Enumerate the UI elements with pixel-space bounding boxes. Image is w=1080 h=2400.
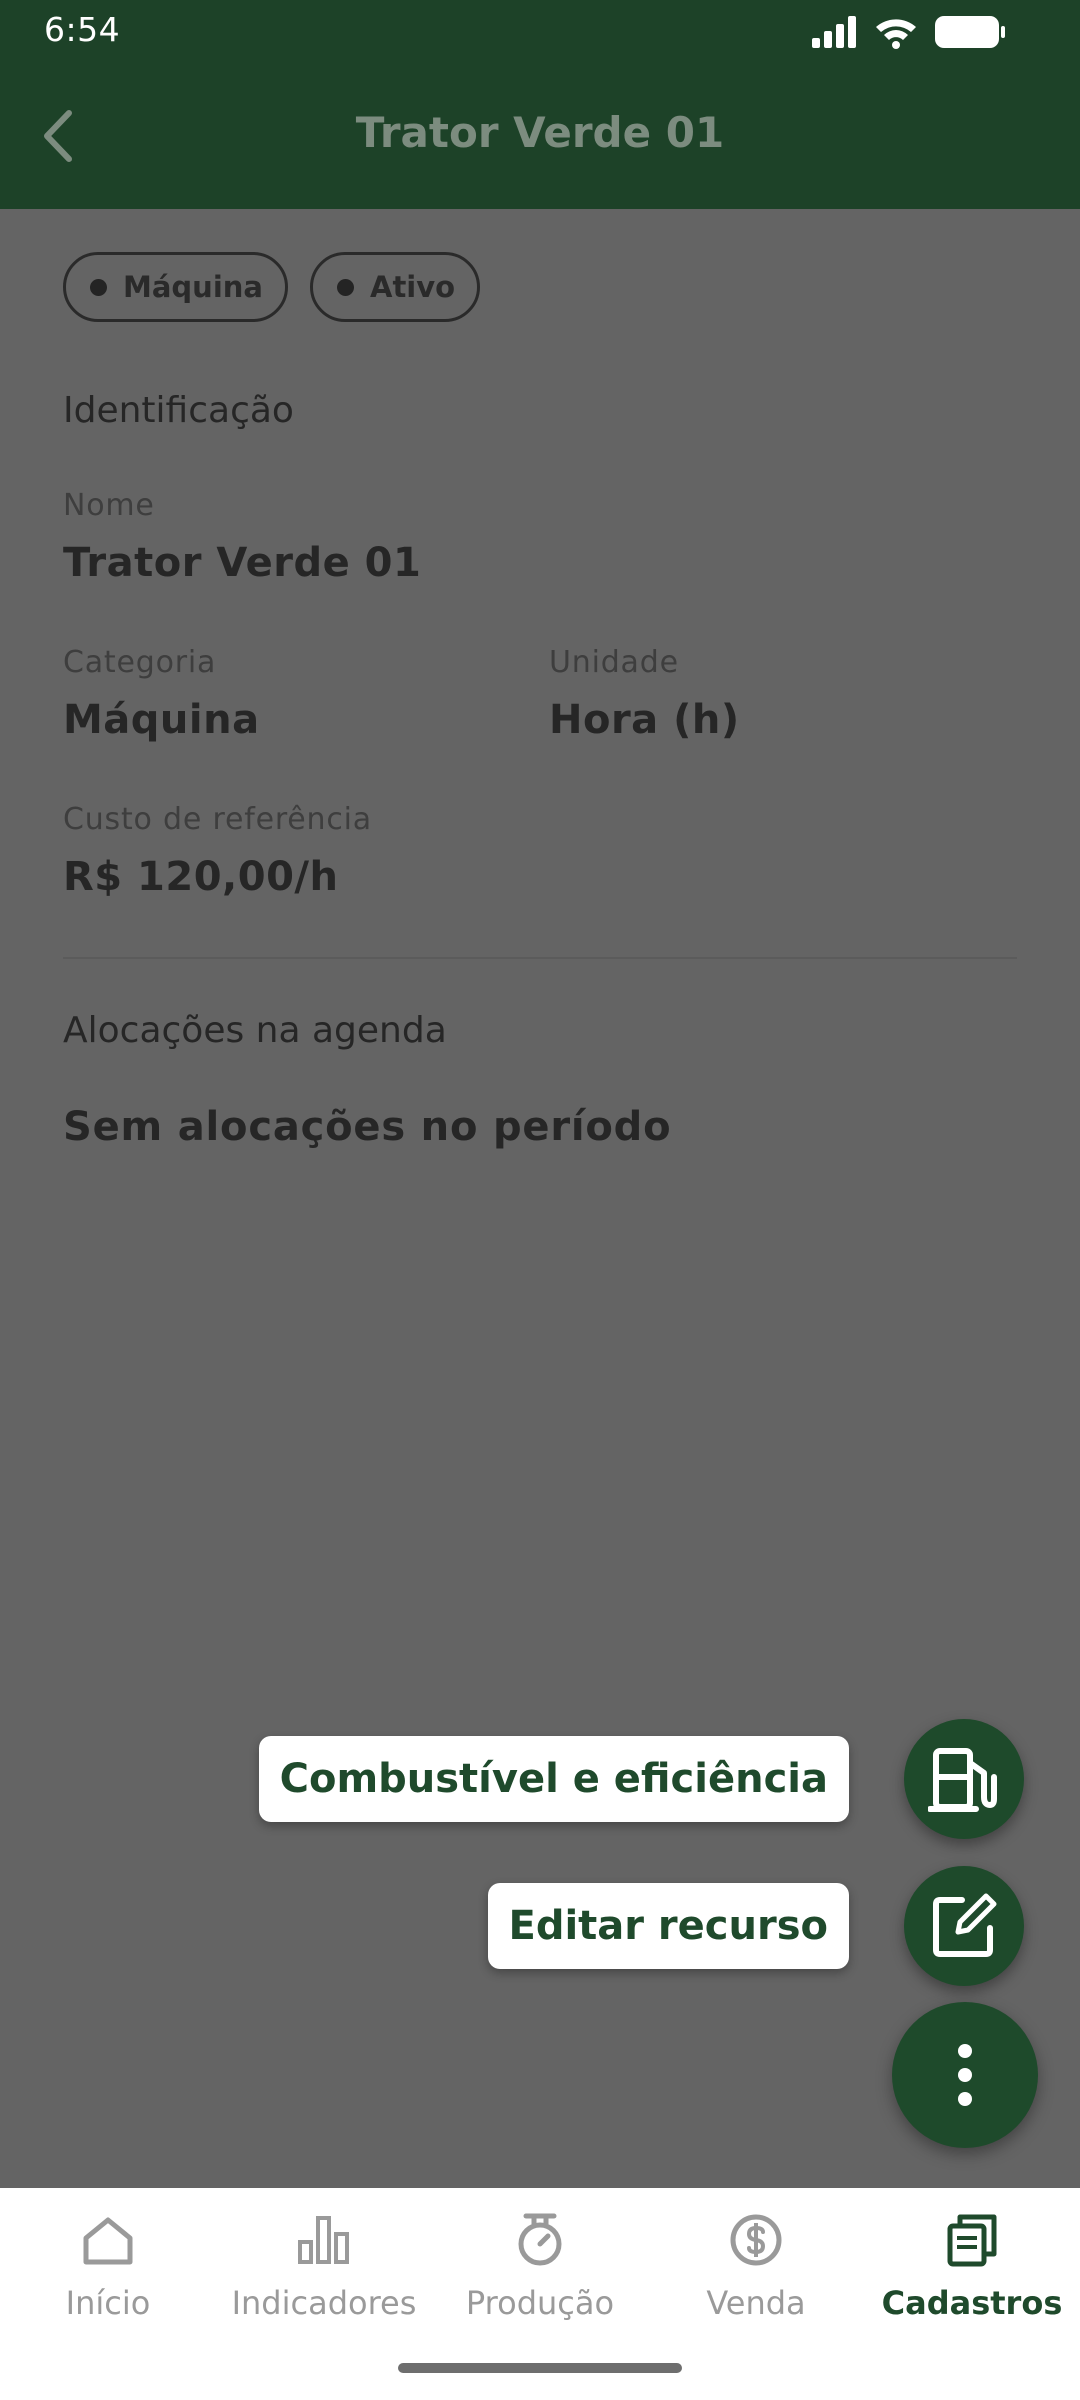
- fuel-pump-icon: [928, 1748, 997, 1812]
- cellular-signal-icon: [812, 16, 856, 48]
- page-title: Trator Verde 01: [355, 108, 725, 157]
- status-icons: [812, 14, 1006, 50]
- identification-section-title: Identificação: [63, 390, 294, 431]
- dollar-icon: [724, 2208, 788, 2272]
- name-label: Nome: [63, 488, 155, 523]
- battery-icon: [935, 16, 1005, 48]
- allocations-section-title: Alocações na agenda: [63, 1010, 447, 1051]
- cost-label: Custo de referência: [63, 802, 372, 837]
- nav-item-indicadores[interactable]: Indicadores: [216, 2208, 432, 2338]
- bar-chart-icon: [292, 2208, 356, 2272]
- nav-item-inicio[interactable]: Início: [0, 2208, 216, 2338]
- nav-label: Indicadores: [231, 2284, 417, 2322]
- chip-dot: [90, 278, 107, 296]
- scale-icon: [508, 2208, 572, 2272]
- unit-label: Unidade: [549, 645, 679, 680]
- section-divider: [63, 957, 1017, 959]
- nav-item-venda[interactable]: Venda: [648, 2208, 864, 2338]
- name-value: Trator Verde 01: [63, 540, 422, 586]
- chip-status: Ativo: [310, 252, 481, 322]
- cost-value: R$ 120,00/h: [63, 854, 339, 900]
- edit-resource-label[interactable]: Editar recurso: [487, 1883, 849, 1969]
- fuel-efficiency-button[interactable]: [904, 1719, 1024, 1839]
- allocations-empty-state: Sem alocações no período: [63, 1104, 672, 1150]
- status-bar: 6:54: [0, 0, 1080, 62]
- category-value: Máquina: [63, 697, 260, 743]
- status-chips: Máquina Ativo: [63, 252, 481, 322]
- nav-label: Início: [65, 2284, 151, 2322]
- nav-label: Cadastros: [881, 2284, 1063, 2322]
- nav-item-producao[interactable]: Produção: [432, 2208, 648, 2338]
- unit-value: Hora (h): [549, 697, 740, 743]
- edit-icon: [933, 1893, 997, 1957]
- nav-item-cadastros[interactable]: Cadastros: [864, 2208, 1080, 2338]
- app-header: 6:54 Trator Verde 01: [0, 0, 1080, 209]
- chip-category: Máquina: [63, 252, 288, 322]
- chip-category-label: Máquina: [123, 270, 263, 304]
- wifi-icon: [876, 19, 916, 49]
- edit-resource-button[interactable]: [904, 1866, 1024, 1986]
- nav-label: Produção: [465, 2284, 615, 2322]
- nav-label: Venda: [706, 2284, 806, 2322]
- registry-icon: [940, 2208, 1004, 2272]
- chip-status-label: Ativo: [370, 270, 456, 304]
- more-actions-fab[interactable]: [892, 2002, 1038, 2148]
- category-label: Categoria: [63, 645, 217, 680]
- home-icon: [76, 2208, 140, 2272]
- fuel-efficiency-label[interactable]: Combustível e eficiência: [258, 1736, 849, 1822]
- more-vertical-icon: [958, 2044, 972, 2106]
- home-indicator[interactable]: [398, 2363, 682, 2373]
- status-time: 6:54: [44, 10, 121, 49]
- chip-dot: [337, 278, 354, 296]
